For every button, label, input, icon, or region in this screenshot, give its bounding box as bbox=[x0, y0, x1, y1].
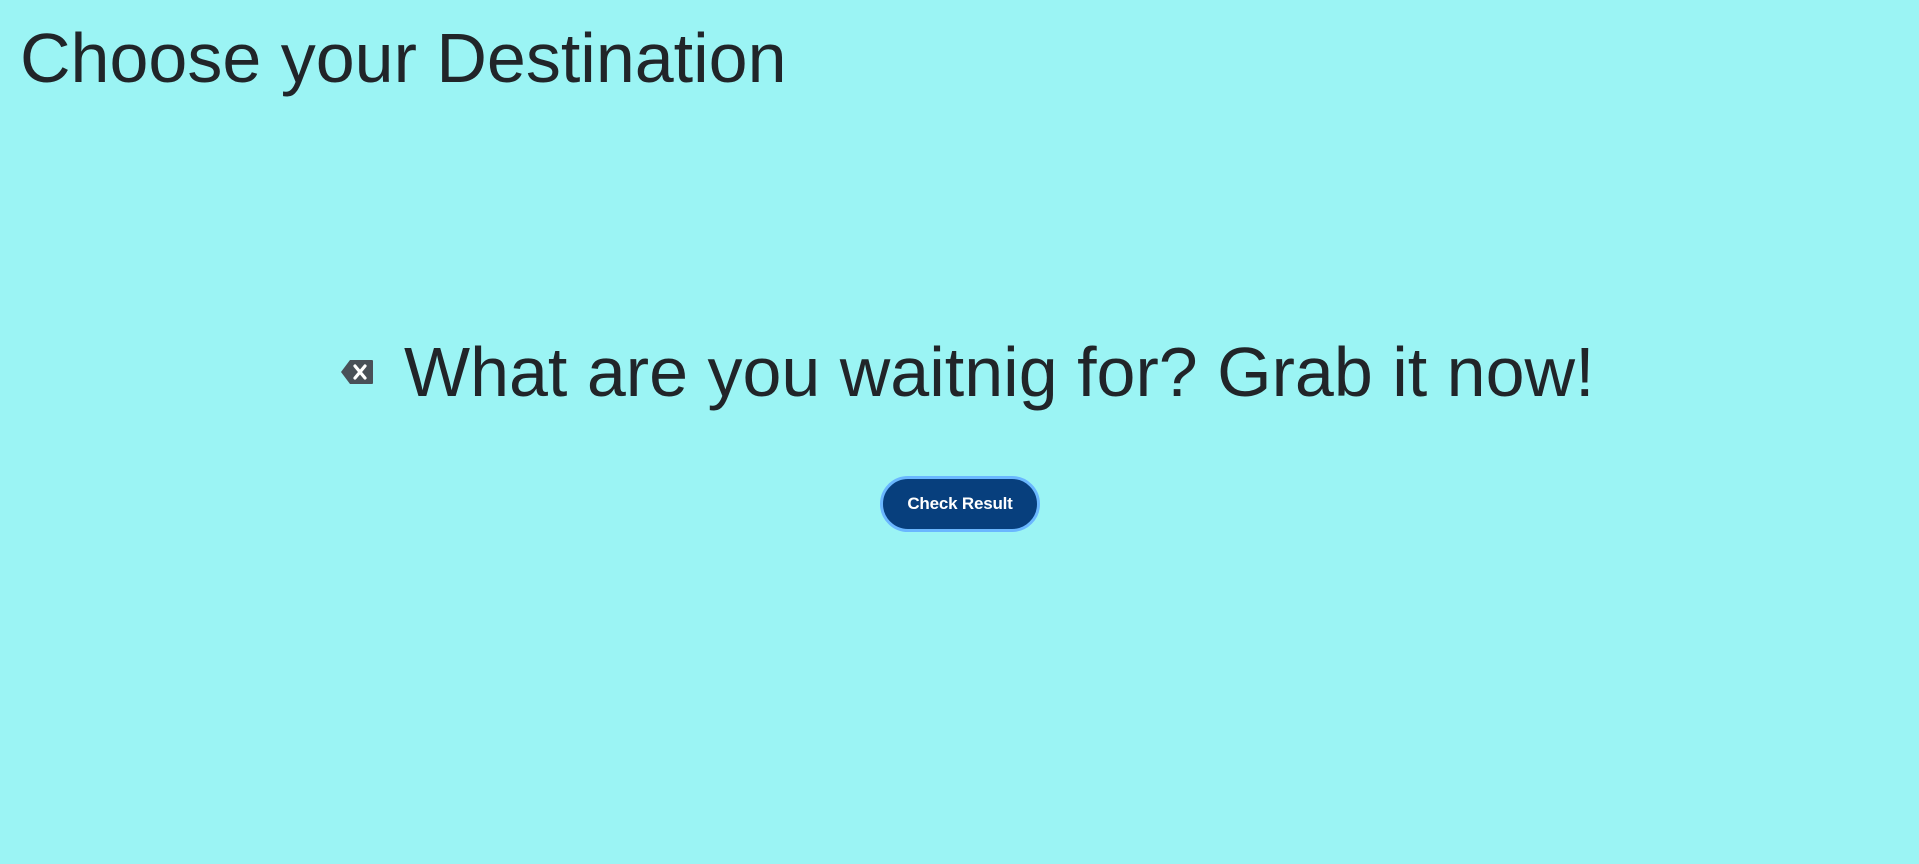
backspace-icon[interactable] bbox=[340, 358, 374, 386]
prompt-row: What are you waitnig for? Grab it now! bbox=[340, 332, 1595, 413]
prompt-text: What are you waitnig for? Grab it now! bbox=[404, 333, 1595, 411]
check-result-button[interactable]: Check Result bbox=[880, 476, 1040, 532]
page-title: Choose your Destination bbox=[20, 19, 787, 97]
